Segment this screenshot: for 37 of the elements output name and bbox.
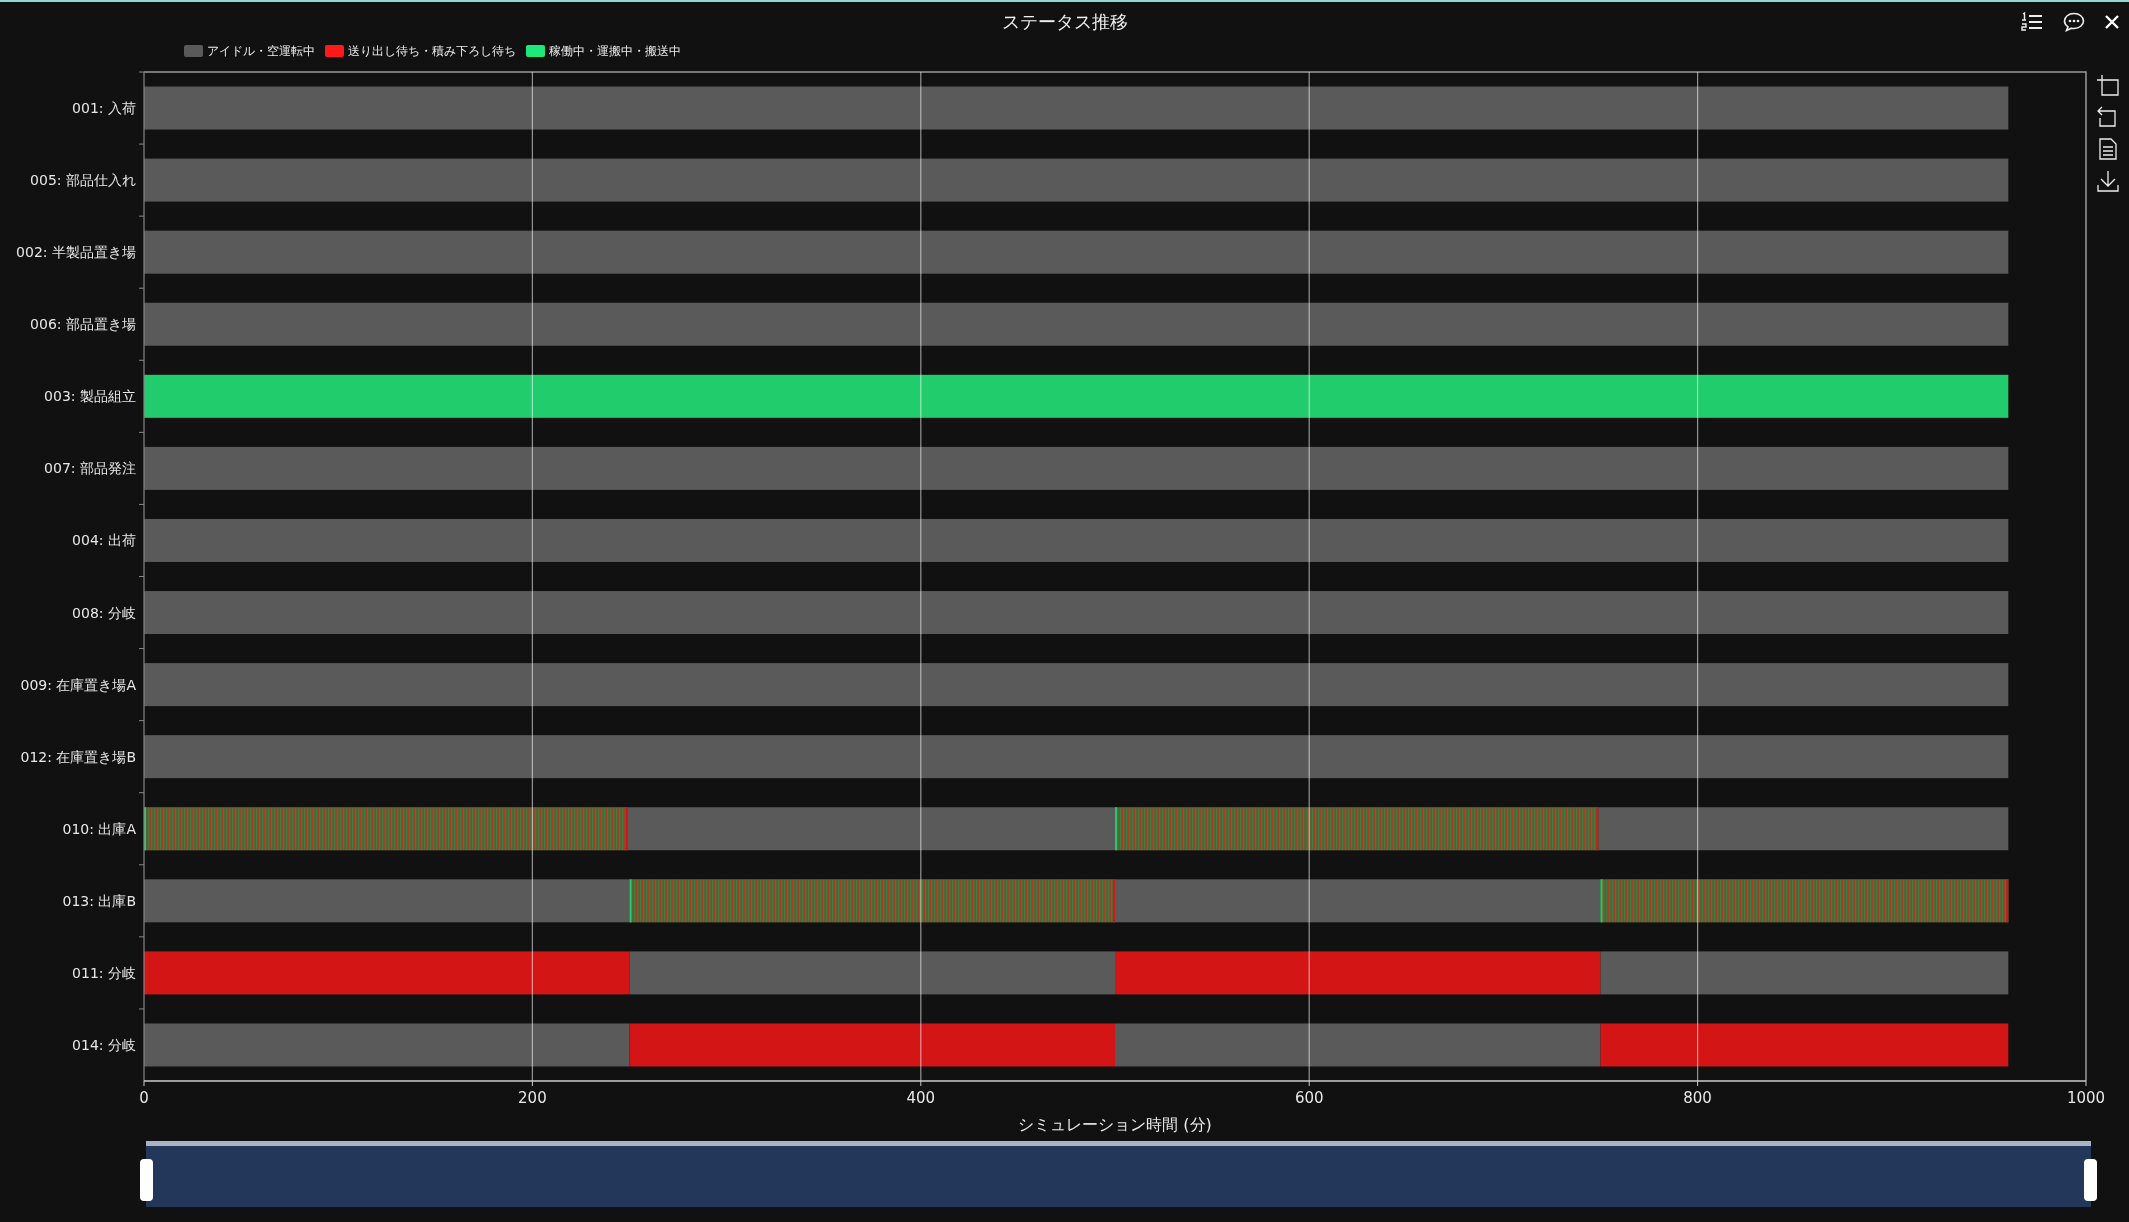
row-label: 014: 分岐 [72, 1036, 136, 1053]
tick-label: 800 [1683, 1089, 1712, 1107]
row-label: 006: 部品置き場 [30, 316, 136, 333]
legend-label[interactable]: アイドル・空運転中 [207, 42, 315, 60]
row-label: 013: 出庫B [62, 892, 136, 909]
legend-label[interactable]: 送り出し待ち・積み下ろし待ち [348, 42, 516, 60]
legend-label[interactable]: 稼働中・運搬中・搬送中 [549, 42, 681, 60]
square-plus-icon[interactable] [2097, 74, 2119, 96]
legend-swatch[interactable] [325, 45, 344, 57]
range-handle[interactable] [2084, 1159, 2097, 1201]
axis-title: シミュレーション時間 (分) [1018, 1115, 1212, 1134]
legend-swatch[interactable] [184, 45, 203, 57]
row-label: 004: 出荷 [72, 532, 136, 549]
range-handle[interactable] [140, 1159, 153, 1201]
row-label: 010: 出庫A [62, 820, 136, 837]
numbered-list-icon[interactable] [2021, 13, 2043, 31]
document-icon[interactable] [2097, 138, 2119, 160]
tick-label: 1000 [2066, 1089, 2106, 1107]
row-label: 007: 部品発注 [44, 460, 136, 477]
row-label: 005: 部品仕入れ [30, 172, 136, 189]
row-label: 003: 製品組立 [44, 388, 136, 405]
chart-title: ステータス推移 [1001, 10, 1128, 34]
tick-label: 600 [1294, 1089, 1324, 1107]
row-label: 001: 入荷 [72, 100, 136, 117]
tick-label: 0 [139, 1089, 149, 1107]
legend-swatch[interactable] [526, 45, 545, 57]
download-icon[interactable] [2097, 170, 2119, 192]
row-label: 008: 分岐 [72, 604, 136, 621]
tick-label: 200 [518, 1089, 547, 1107]
row-label: 002: 半製品置き場 [16, 244, 136, 261]
speech-bubble-icon[interactable] [2063, 12, 2085, 32]
row-label: 009: 在庫置き場A [20, 676, 136, 693]
close-icon[interactable] [2105, 15, 2119, 29]
tick-label: 400 [906, 1089, 936, 1107]
square-arrow-icon[interactable] [2097, 106, 2119, 128]
row-label: 012: 在庫置き場B [20, 748, 136, 765]
row-label: 011: 分岐 [72, 964, 136, 981]
